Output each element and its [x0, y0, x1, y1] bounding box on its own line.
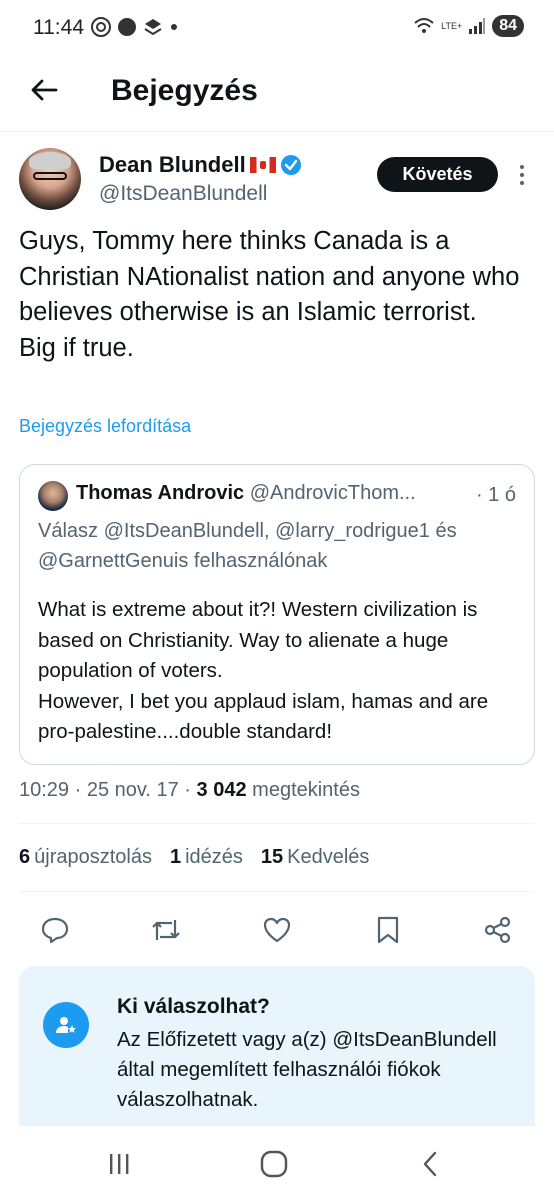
status-bar: 11:44 LTE+ 84: [0, 0, 554, 58]
battery-indicator: 84: [492, 15, 524, 37]
reply-icon: [41, 917, 69, 944]
quoted-post-text: What is extreme about it?! Western civil…: [38, 598, 489, 743]
wifi-icon: [414, 18, 434, 33]
views-label: megtekintés: [252, 779, 360, 801]
author-name: Dean Blundell: [99, 152, 246, 177]
top-bar: Bejegyzés: [0, 58, 554, 132]
post-timestamp: 10:29 · 25 nov. 17 ·: [19, 779, 197, 801]
follow-button[interactable]: Követés: [377, 157, 498, 192]
repost-button[interactable]: [144, 908, 188, 952]
reply-restriction-text: Az Előfizetett vagy a(z) @ItsDeanBlundel…: [117, 1028, 497, 1111]
network-type: LTE+: [441, 20, 463, 31]
author-handle[interactable]: @ItsDeanBlundell: [99, 182, 267, 206]
reply-restriction-title: Ki válaszolhat?: [117, 995, 270, 1018]
more-dot-icon: [520, 181, 524, 185]
quoted-author-name: Thomas Androvic: [76, 482, 245, 504]
post-meta: 10:29 · 25 nov. 17 · 3 042 megtekintés: [19, 779, 360, 802]
recent-apps-icon: [110, 1154, 129, 1174]
likes-stat[interactable]: 15 Kedvelés: [261, 846, 370, 869]
divider: [19, 891, 535, 892]
canada-flag-icon: [249, 157, 276, 173]
more-options-button[interactable]: [512, 160, 532, 190]
recent-apps-button[interactable]: [99, 1148, 139, 1180]
quotes-stat[interactable]: 1 idézés: [170, 846, 243, 869]
quoted-reply-line: Válasz @ItsDeanBlundell, @larry_rodrigue…: [38, 520, 457, 572]
bookmark-icon: [377, 916, 399, 944]
divider: [19, 823, 535, 824]
post-author-row: Dean Blundell @ItsDeanBlundell Követés: [0, 140, 554, 220]
views-count: 3 042: [196, 779, 247, 801]
post-stats: 6 újraposztolás 1 idézés 15 Kedvelés: [19, 846, 369, 869]
share-button[interactable]: [476, 908, 520, 952]
author-avatar[interactable]: [19, 148, 81, 210]
translate-post-link[interactable]: Bejegyzés lefordítása: [19, 416, 191, 437]
reposts-stat[interactable]: 6 újraposztolás: [19, 846, 152, 869]
threads-icon: [91, 17, 111, 37]
system-nav-bar: [0, 1128, 554, 1200]
notification-icons: [90, 16, 180, 38]
chevron-left-icon: [423, 1151, 437, 1177]
heart-icon: [263, 917, 291, 943]
app-icon: [118, 18, 136, 36]
reply-restriction-icon: [43, 1002, 89, 1048]
action-bar: [0, 908, 554, 952]
quoted-author-handle: @AndrovicThom...: [249, 482, 416, 504]
back-button[interactable]: [28, 74, 60, 106]
quoted-post-time: · 1 ó: [475, 484, 516, 506]
bookmark-button[interactable]: [366, 908, 410, 952]
user-star-icon: [56, 1017, 76, 1033]
signal-icon: [469, 18, 486, 34]
home-button[interactable]: [254, 1148, 294, 1180]
home-icon: [260, 1150, 288, 1178]
system-back-button[interactable]: [410, 1148, 450, 1180]
share-icon: [484, 916, 511, 944]
like-button[interactable]: [255, 908, 299, 952]
more-dot-icon: [520, 165, 524, 169]
quoted-author-row: Thomas Androvic @AndrovicThom...: [76, 482, 416, 505]
quoted-author-avatar: [38, 481, 68, 511]
post-text: Guys, Tommy here thinks Canada is a Chri…: [19, 227, 520, 362]
status-right: LTE+ 84: [413, 15, 524, 37]
reply-restriction-box: Ki válaszolhat? Az Előfizetett vagy a(z)…: [19, 966, 535, 1126]
stack-icon: [144, 19, 162, 36]
reply-button[interactable]: [33, 908, 77, 952]
verified-badge-icon: [280, 155, 301, 175]
arrow-left-icon: [31, 79, 58, 101]
author-name-row[interactable]: Dean Blundell: [99, 152, 302, 178]
page-title: Bejegyzés: [111, 74, 258, 107]
quoted-post[interactable]: Thomas Androvic @AndrovicThom... · 1 ó V…: [19, 464, 535, 765]
dot-icon: [171, 24, 177, 30]
more-dot-icon: [520, 173, 524, 177]
repost-icon: [152, 920, 180, 940]
status-time: 11:44: [33, 16, 84, 39]
